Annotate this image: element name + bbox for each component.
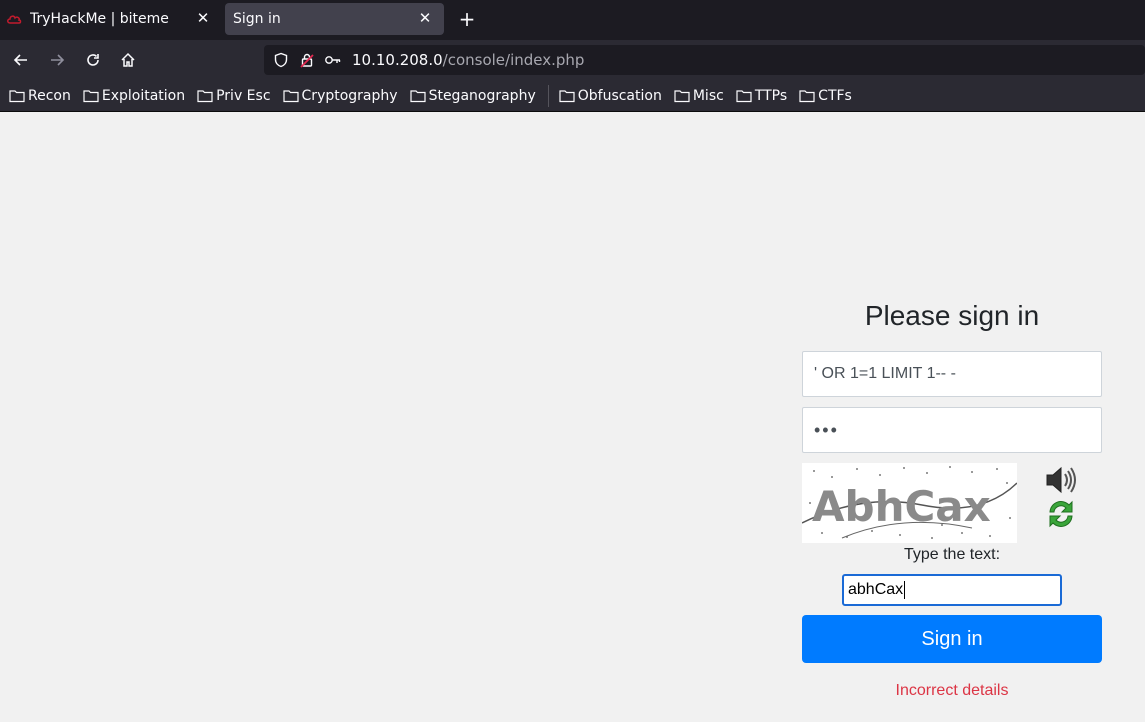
bookmarks-toolbar: Recon Exploitation Priv Esc Cryptography… (0, 80, 1145, 112)
bookmark-exploitation[interactable]: Exploitation (83, 88, 185, 104)
folder-icon (409, 89, 426, 102)
folder-icon (799, 89, 815, 102)
url-text: 10.10.208.0/console/index.php (352, 51, 584, 69)
bookmark-obfuscation[interactable]: Obfuscation (559, 88, 662, 104)
bookmark-steganography[interactable]: Steganography (409, 87, 536, 104)
captcha-input[interactable]: abhCax (842, 574, 1062, 606)
bookmark-label: Obfuscation (577, 87, 662, 104)
error-message: Incorrect details (895, 682, 1009, 699)
tab-sign-in[interactable]: Sign in ✕ (225, 3, 444, 35)
tab-title: TryHackMe | biteme (30, 11, 169, 27)
captcha-label: Type the text: (903, 546, 1001, 563)
refresh-captcha-icon[interactable] (1044, 498, 1078, 530)
folder-icon (9, 89, 25, 102)
url-host: 10.10.208.0 (352, 51, 443, 69)
home-icon[interactable] (116, 48, 140, 72)
tab-tryhackme[interactable]: TryHackMe | biteme ✕ (0, 3, 222, 35)
bookmark-label: Recon (28, 87, 71, 104)
folder-icon (282, 89, 299, 102)
folder-icon (736, 89, 752, 102)
key-icon[interactable] (324, 51, 342, 69)
bookmark-label: Cryptography (301, 87, 398, 104)
bookmark-separator (547, 84, 549, 107)
bookmark-label: Misc (692, 87, 724, 104)
captcha-input-value: abhCax (848, 581, 904, 598)
back-arrow-icon[interactable] (9, 48, 33, 72)
bookmark-cryptography[interactable]: Cryptography (282, 87, 398, 104)
folder-icon (674, 89, 690, 102)
bookmark-label: CTFs (818, 87, 852, 104)
tryhackme-cloud-icon (6, 11, 22, 27)
sign-in-button[interactable]: Sign in (802, 615, 1102, 663)
page-content: Please sign in ' OR 1=1 LIMIT 1-- - ••• … (0, 112, 1145, 722)
folder-icon (83, 89, 99, 102)
bookmark-label: Exploitation (101, 87, 186, 104)
reload-icon[interactable] (81, 48, 105, 72)
bookmark-label: Steganography (428, 87, 536, 104)
bookmark-ctfs[interactable]: CTFs (799, 88, 852, 104)
tab-title: Sign in (233, 11, 281, 27)
bookmark-misc[interactable]: Misc (674, 88, 724, 104)
navigation-toolbar: 10.10.208.0/console/index.php (0, 40, 1145, 80)
captcha-text: AbhCax (812, 482, 991, 531)
password-input[interactable]: ••• (802, 407, 1102, 453)
captcha-image: AbhCax (802, 463, 1017, 543)
folder-icon (197, 89, 213, 102)
bookmark-label: TTPs (754, 87, 788, 104)
text-caret (904, 581, 906, 599)
forward-arrow-icon[interactable] (45, 48, 69, 72)
insecure-lock-icon[interactable] (298, 51, 316, 69)
folder-icon (559, 89, 575, 102)
bookmark-ttps[interactable]: TTPs (736, 88, 787, 104)
username-input[interactable]: ' OR 1=1 LIMIT 1-- - (802, 351, 1102, 397)
url-path: /console/index.php (442, 51, 585, 69)
tracking-protection-shield-icon[interactable] (272, 51, 290, 69)
bookmark-priv-esc[interactable]: Priv Esc (197, 87, 271, 104)
url-bar[interactable]: 10.10.208.0/console/index.php (264, 45, 1145, 75)
page-title: Please sign in (864, 300, 1040, 331)
new-tab-icon[interactable]: + (455, 7, 479, 31)
bookmark-recon[interactable]: Recon (9, 88, 71, 104)
close-tab-icon[interactable]: ✕ (416, 9, 434, 27)
tab-strip: TryHackMe | biteme ✕ Sign in ✕ + (0, 0, 1145, 40)
bookmark-label: Priv Esc (216, 87, 271, 104)
captcha-controls (1044, 464, 1080, 532)
speaker-audio-icon[interactable] (1044, 464, 1078, 496)
close-tab-icon[interactable]: ✕ (194, 9, 212, 27)
